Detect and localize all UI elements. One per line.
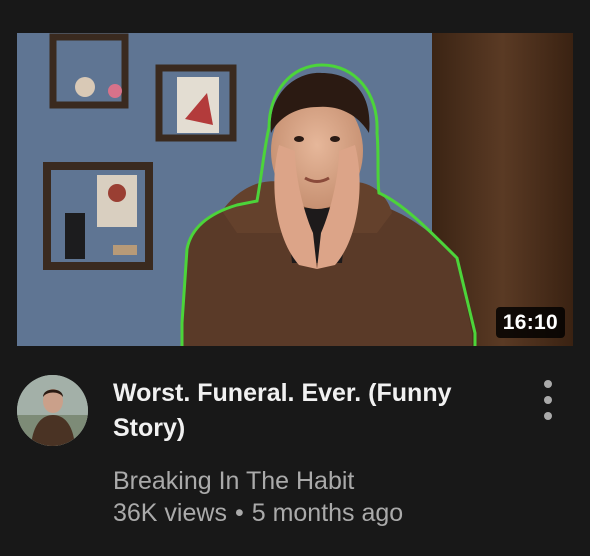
duration-badge: 16:10 [495, 307, 565, 338]
video-card[interactable]: 16:10 Worst. Funeral. Ever. (Funny Story… [0, 0, 590, 556]
menu-dot [544, 380, 552, 388]
separator-dot: • [234, 499, 244, 527]
video-thumbnail[interactable]: 16:10 [17, 33, 573, 346]
upload-age: 5 months ago [251, 499, 404, 527]
more-vertical-icon[interactable] [535, 380, 561, 420]
menu-dot [544, 396, 552, 404]
view-count: 36K views [113, 499, 227, 527]
thumbnail-image [17, 33, 573, 346]
video-meta: Worst. Funeral. Ever. (Funny Story) Brea… [113, 376, 493, 531]
video-stats: 36K views • 5 months ago [113, 496, 493, 531]
channel-name[interactable]: Breaking In The Habit [113, 466, 493, 496]
avatar-image [17, 375, 88, 446]
video-title[interactable]: Worst. Funeral. Ever. (Funny Story) [113, 376, 493, 446]
menu-dot [544, 412, 552, 420]
channel-avatar[interactable] [17, 375, 88, 446]
